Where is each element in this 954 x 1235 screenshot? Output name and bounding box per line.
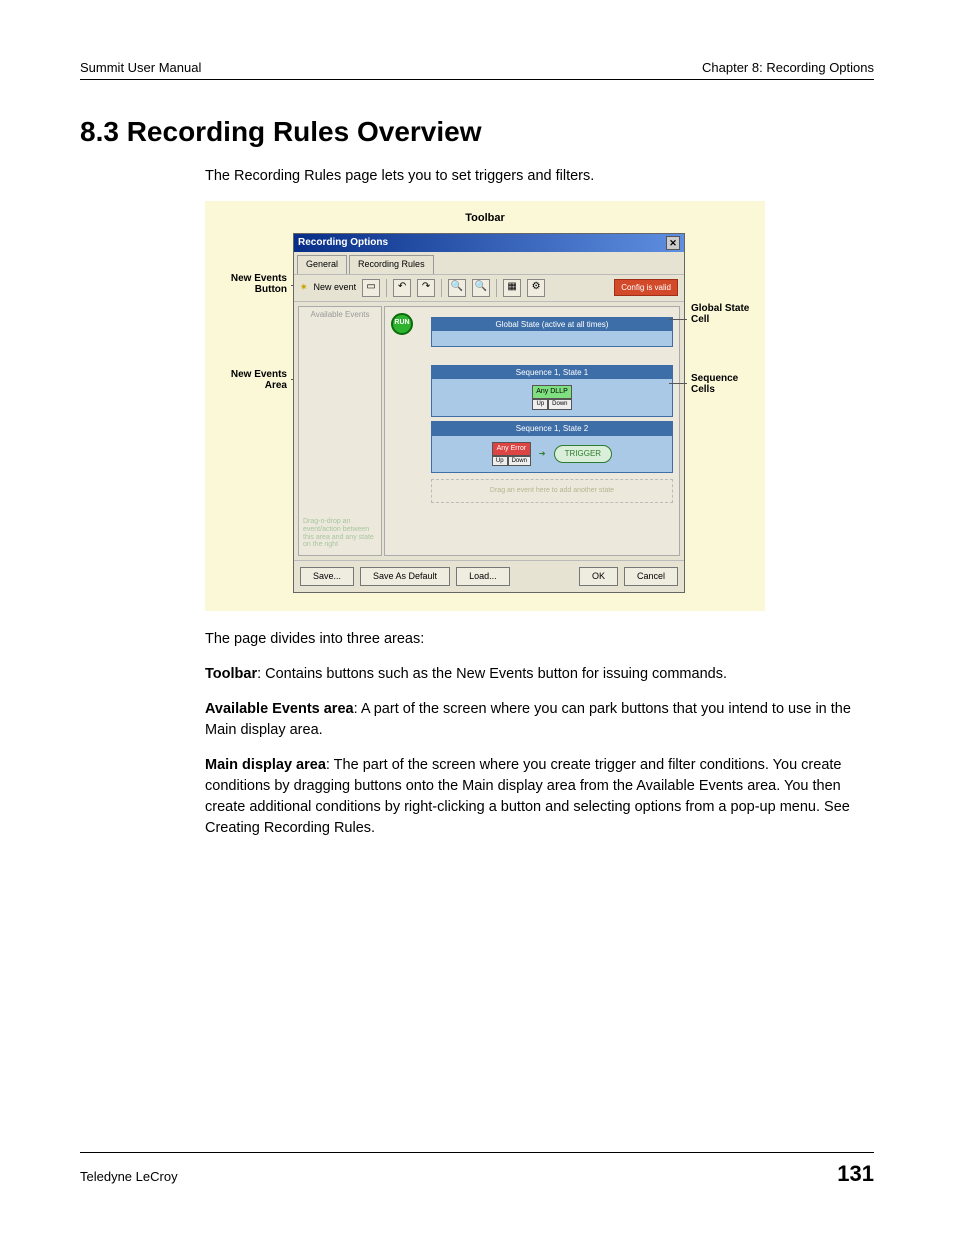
chip-down[interactable]: Down [548, 399, 571, 410]
intro-paragraph: The Recording Rules page lets you to set… [205, 166, 874, 187]
available-events-area[interactable]: Available Events Drag-n-drop an event/ac… [298, 306, 382, 556]
layout-icon[interactable]: ▦ [503, 279, 521, 297]
available-events-header: Available Events [299, 307, 381, 323]
trigger-action[interactable]: TRIGGER [554, 445, 612, 463]
callout-line [669, 383, 687, 384]
settings-icon[interactable]: ⚙ [527, 279, 545, 297]
save-button[interactable]: Save... [300, 567, 354, 586]
label-sequence-cells: Sequence Cells [691, 373, 755, 396]
chip-up[interactable]: Up [532, 399, 548, 410]
recording-options-dialog: Recording Options ✕ General Recording Ru… [293, 233, 685, 593]
para-toolbar: Toolbar: Contains buttons such as the Ne… [205, 664, 874, 685]
footer-brand-rest: LeCroy [132, 1169, 178, 1184]
redo-icon[interactable]: ↷ [417, 279, 435, 297]
ok-button[interactable]: OK [579, 567, 618, 586]
para-divides: The page divides into three areas: [205, 629, 874, 650]
page-number: 131 [837, 1161, 874, 1187]
para-avail-label: Available Events area [205, 701, 354, 717]
dialog-tabs: General Recording Rules [294, 252, 684, 273]
dialog-title-bar: Recording Options ✕ [294, 234, 684, 253]
toolbar-divider [496, 279, 497, 297]
main-display-area[interactable]: RUN Global State (active at all times) S… [384, 306, 680, 556]
page-footer: Teledyne LeCroy 131 [80, 1152, 874, 1187]
para-main-label: Main display area [205, 757, 326, 773]
zoom-in-icon[interactable]: 🔍 [448, 279, 466, 297]
run-node[interactable]: RUN [391, 313, 413, 335]
figure-recording-rules: Toolbar New Events Button New Events Are… [205, 201, 765, 611]
para-toolbar-label: Toolbar [205, 666, 257, 682]
chip-any-dllp[interactable]: Any DLLP [532, 385, 571, 399]
label-new-events-area: New Events Area [215, 369, 287, 392]
tab-recording-rules[interactable]: Recording Rules [349, 255, 434, 273]
load-button[interactable]: Load... [456, 567, 510, 586]
figure-label-toolbar: Toolbar [215, 211, 755, 227]
global-state-cell[interactable]: Global State (active at all times) [431, 317, 673, 347]
figure-right-labels: Global State Cell Sequence Cells [685, 233, 755, 593]
section-title: 8.3 Recording Rules Overview [80, 116, 874, 148]
chip-up[interactable]: Up [492, 456, 508, 467]
global-state-bar: Global State (active at all times) [432, 318, 672, 332]
seq2-bar: Sequence 1, State 2 [432, 422, 672, 436]
zoom-out-icon[interactable]: 🔍 [472, 279, 490, 297]
label-new-events-button: New Events Button [215, 273, 287, 296]
dialog-toolbar: ✷ New event ▭ ↶ ↷ 🔍 🔍 ▦ ⚙ Config is vali… [294, 274, 684, 302]
chip-down[interactable]: Down [508, 456, 531, 467]
chip-any-error[interactable]: Any Error [492, 442, 531, 456]
header-left: Summit User Manual [80, 60, 201, 75]
footer-brand-strong: Teledyne [80, 1169, 132, 1184]
close-icon[interactable]: ✕ [666, 236, 680, 250]
callout-line [669, 319, 687, 320]
header-rule [80, 79, 874, 80]
header-right: Chapter 8: Recording Options [702, 60, 874, 75]
cancel-button[interactable]: Cancel [624, 567, 678, 586]
para-toolbar-rest: : Contains buttons such as the New Event… [257, 666, 727, 682]
star-icon: ✷ [300, 281, 308, 294]
dialog-title: Recording Options [298, 236, 388, 251]
sequence1-state1-cell[interactable]: Sequence 1, State 1 Any DLLP Up Down [431, 365, 673, 417]
dialog-work-area: Available Events Drag-n-drop an event/ac… [294, 302, 684, 560]
toolbar-divider [386, 279, 387, 297]
toolbar-divider [441, 279, 442, 297]
available-events-hint: Drag-n-drop an event/action between this… [303, 518, 377, 549]
sequence1-state2-cell[interactable]: Sequence 1, State 2 Any Error Up Down [431, 421, 673, 473]
para-main-display: Main display area: The part of the scree… [205, 755, 874, 839]
label-global-state-cell: Global State Cell [691, 303, 755, 326]
tab-general[interactable]: General [297, 255, 347, 273]
drag-hint-area[interactable]: Drag an event here to add another state [431, 479, 673, 503]
delete-icon[interactable]: ▭ [362, 279, 380, 297]
arrow-icon: ➔ [539, 448, 546, 460]
para-available-events: Available Events area: A part of the scr… [205, 699, 874, 741]
seq1-bar: Sequence 1, State 1 [432, 366, 672, 380]
save-default-button[interactable]: Save As Default [360, 567, 450, 586]
config-valid-badge: Config is valid [614, 279, 678, 297]
dialog-button-row: Save... Save As Default Load... OK Cance… [294, 560, 684, 592]
new-event-button[interactable]: New event [314, 281, 357, 294]
figure-left-labels: New Events Button New Events Area [215, 233, 293, 593]
undo-icon[interactable]: ↶ [393, 279, 411, 297]
